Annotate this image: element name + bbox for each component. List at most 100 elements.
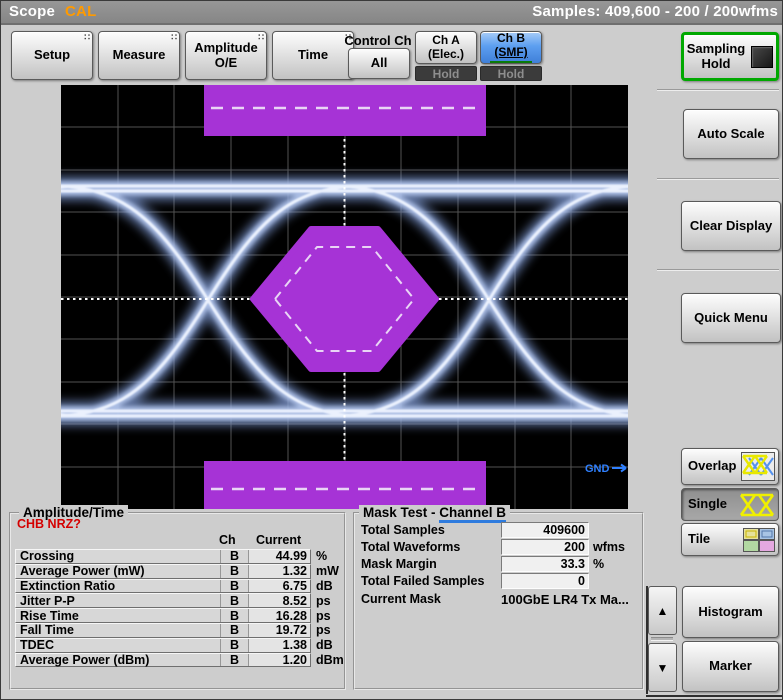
- mask-row-value: 200: [501, 539, 589, 555]
- measurement-label: Rise Time: [20, 608, 79, 623]
- channel-b-hold-button[interactable]: Hold: [480, 66, 542, 81]
- measurement-unit: ps: [316, 623, 331, 638]
- table-row[interactable]: Rise Time B 16.28 ps: [15, 608, 331, 623]
- arrow-up-icon: ▲: [656, 603, 669, 618]
- measurement-unit: mW: [316, 564, 339, 579]
- measurement-label: Fall Time: [20, 623, 74, 638]
- sampling-hold-button[interactable]: Sampling Hold: [681, 32, 779, 81]
- mask-top-region: [204, 85, 486, 136]
- measure-button-label: Measure: [112, 47, 166, 63]
- amplitude-time-panel: Amplitude/Time CHB NRZ? Ch Current Cross…: [9, 505, 346, 690]
- measurement-label: Crossing: [20, 549, 75, 564]
- cal-status-badge: CAL: [65, 3, 97, 20]
- control-ch-all-label: All: [370, 55, 388, 71]
- table-row[interactable]: TDEC B 1.38 dB: [15, 637, 333, 653]
- channel-a-hold-label: Hold: [432, 66, 460, 81]
- sampling-hold-label: Sampling Hold: [686, 40, 746, 71]
- measurement-value: 44.99: [248, 549, 310, 563]
- amplitude-oe-line1: Amplitude: [194, 39, 258, 55]
- table-row[interactable]: Average Power (mW) B 1.32 mW: [15, 563, 339, 579]
- col-header-ch: Ch: [219, 533, 236, 547]
- channel-a-button[interactable]: Ch A (Elec.): [415, 31, 477, 64]
- gnd-arrow-icon: [612, 463, 627, 473]
- measurement-value: 1.32: [248, 564, 310, 578]
- measurement-value: 6.75: [248, 579, 310, 593]
- measurement-unit: dBm: [316, 652, 344, 667]
- measurement-unit: dB: [316, 638, 333, 653]
- scroll-slot: [651, 637, 673, 641]
- mask-row-unit: wfms: [593, 540, 625, 554]
- svg-text:GND: GND: [585, 463, 610, 475]
- current-mask-value[interactable]: 100GbE LR4 Tx Ma...: [501, 592, 629, 608]
- col-header-current: Current: [256, 533, 302, 547]
- control-ch-label: Control Ch: [344, 33, 412, 48]
- measurement-label: TDEC: [20, 638, 55, 653]
- drag-dots-icon: ∷: [171, 32, 177, 42]
- measurement-channel: B: [220, 594, 248, 608]
- clear-display-label: Clear Display: [689, 217, 773, 233]
- histogram-label: Histogram: [698, 603, 763, 619]
- scroll-up-button[interactable]: ▲: [648, 586, 677, 635]
- mask-row-value: 33.3: [501, 556, 589, 572]
- nrz-warning: CHB NRZ?: [17, 517, 81, 531]
- auto-scale-label: Auto Scale: [697, 125, 765, 141]
- scroll-down-button[interactable]: ▼: [648, 643, 677, 692]
- measurement-label: Extinction Ratio: [20, 579, 116, 593]
- table-row[interactable]: Crossing B 44.99 %: [15, 549, 327, 564]
- measurement-value: 1.38: [248, 638, 310, 652]
- marker-button[interactable]: Marker: [682, 641, 779, 692]
- single-view-button[interactable]: Single: [681, 488, 779, 521]
- divider: [646, 695, 782, 697]
- measurement-channel: B: [220, 579, 248, 593]
- measurement-channel: B: [220, 549, 248, 563]
- drag-dots-icon: ∷: [258, 32, 264, 42]
- measurement-channel: B: [220, 638, 248, 652]
- amplitude-oe-line2: O/E: [214, 54, 238, 70]
- mask-row-label: Total Failed Samples: [361, 574, 485, 588]
- measurement-label: Average Power (dBm): [20, 652, 150, 667]
- mask-row-unit: %: [593, 557, 605, 571]
- oscilloscope-screen: Scope CAL Samples: 409,600 - 200 / 200wf…: [0, 0, 783, 700]
- measurement-label: Average Power (mW): [20, 564, 145, 579]
- app-title: Scope: [9, 3, 56, 20]
- overlap-view-button[interactable]: Overlap: [681, 448, 779, 485]
- amplitude-oe-button[interactable]: Amplitude O/E ∷: [185, 31, 267, 80]
- waveform-display[interactable]: GND: [61, 85, 628, 509]
- measurement-value: 16.28: [248, 609, 310, 623]
- mask-test-title-channel[interactable]: Channel B: [439, 505, 507, 523]
- clear-display-button[interactable]: Clear Display: [681, 201, 781, 251]
- quick-menu-button[interactable]: Quick Menu: [681, 293, 781, 343]
- channel-b-active-indicator: [490, 60, 532, 63]
- single-eye-icon: [739, 492, 775, 522]
- current-mask-label: Current Mask: [361, 592, 441, 606]
- single-label: Single: [688, 496, 728, 512]
- measurement-label: Jitter P-P: [20, 593, 75, 608]
- tile-grid-icon: [743, 528, 775, 557]
- control-ch-all-button[interactable]: All: [348, 48, 410, 79]
- table-row[interactable]: Extinction Ratio B 6.75 dB: [15, 578, 333, 594]
- channel-b-button[interactable]: Ch B (SMF): [480, 31, 542, 64]
- table-row[interactable]: Jitter P-P B 8.52 ps: [15, 593, 331, 609]
- channel-a-line2: (Elec.): [427, 46, 464, 61]
- auto-scale-button[interactable]: Auto Scale: [683, 109, 779, 159]
- measure-button[interactable]: Measure ∷: [98, 31, 180, 80]
- measurement-value: 1.20: [248, 653, 310, 667]
- measurement-unit: %: [316, 549, 328, 564]
- setup-button[interactable]: Setup ∷: [11, 31, 93, 80]
- divider: [657, 89, 779, 91]
- quick-menu-label: Quick Menu: [694, 309, 768, 325]
- tile-view-button[interactable]: Tile: [681, 523, 779, 556]
- measurement-unit: ps: [316, 593, 331, 608]
- table-row[interactable]: Fall Time B 19.72 ps: [15, 622, 331, 638]
- channel-a-hold-button[interactable]: Hold: [415, 66, 477, 81]
- tile-label: Tile: [688, 531, 711, 547]
- channel-b-line1: Ch B: [497, 31, 525, 45]
- table-row[interactable]: Average Power (dBm) B 1.20 dBm: [15, 652, 344, 668]
- channel-a-line1: Ch A: [432, 32, 460, 47]
- menu-scroll-control: ▲ ▼: [648, 586, 677, 692]
- divider: [657, 269, 779, 271]
- overlap-eyes-icon: [741, 452, 775, 485]
- measurement-channel: B: [220, 623, 248, 637]
- histogram-button[interactable]: Histogram: [682, 586, 779, 638]
- arrow-down-icon: ▼: [656, 660, 669, 675]
